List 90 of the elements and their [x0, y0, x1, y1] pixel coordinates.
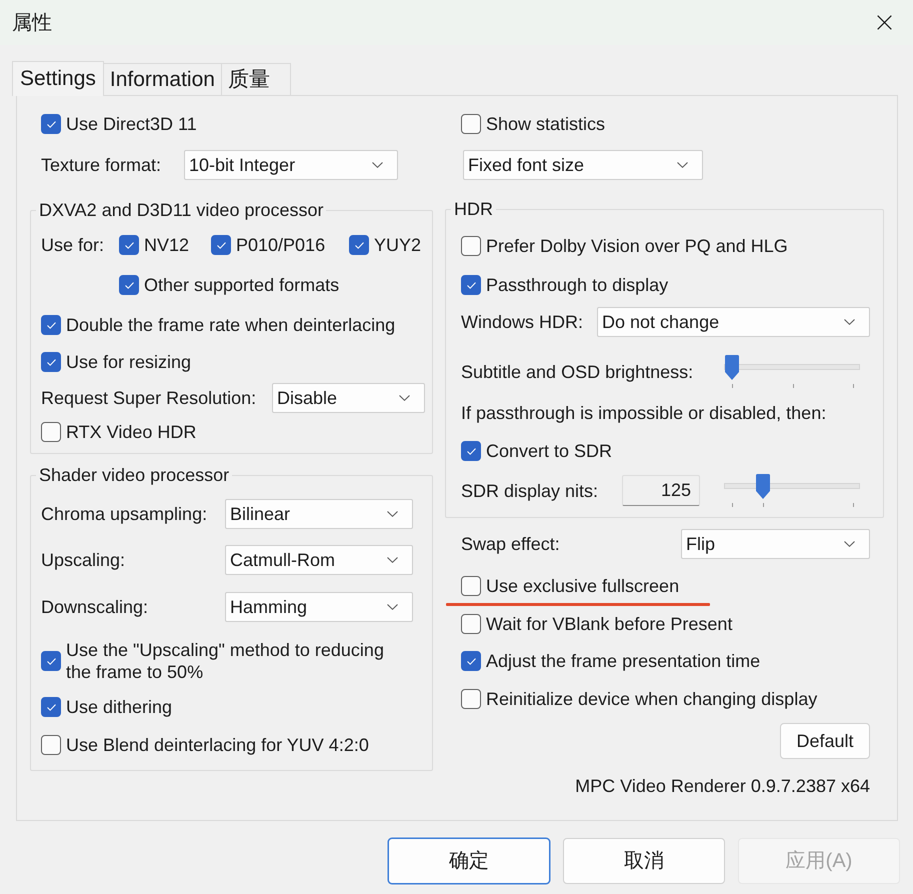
dialog-button[interactable]: 确定 — [388, 838, 550, 884]
checkbox-label: Double the frame rate when deinterlacing — [66, 314, 396, 336]
field-label: Texture format: — [41, 154, 162, 176]
close-icon[interactable] — [877, 15, 892, 30]
checkbox-label: Use Direct3D 11 — [66, 113, 197, 135]
checkbox-label: Show statistics — [486, 113, 606, 135]
checkbox-label: Use the "Upscaling" method to reducing the frame to 50% — [66, 639, 385, 683]
dropdown[interactable]: Flip — [681, 529, 870, 559]
number-field[interactable]: 125 — [622, 475, 700, 506]
chevron-down-icon — [399, 395, 410, 401]
chevron-down-icon — [387, 604, 398, 610]
field-label: Windows HDR: — [461, 311, 584, 333]
checkbox[interactable] — [461, 236, 481, 256]
checkbox[interactable] — [461, 651, 481, 671]
checkmark-icon — [46, 704, 56, 710]
checkbox[interactable] — [41, 735, 61, 755]
checkbox-label: RTX Video HDR — [66, 421, 196, 443]
checkbox[interactable] — [461, 441, 481, 461]
checkbox[interactable] — [119, 275, 139, 295]
checkbox[interactable] — [41, 352, 61, 372]
checkbox-label: Use Blend deinterlacing for YUV 4:2:0 — [66, 734, 369, 756]
chevron-down-icon — [387, 511, 398, 517]
dropdown[interactable]: Catmull-Rom — [225, 545, 413, 575]
window-title: 属性 — [12, 10, 52, 36]
checkbox-label: Passthrough to display — [486, 274, 668, 296]
checkbox[interactable] — [41, 422, 61, 442]
field-label: Chroma upsampling: — [41, 503, 208, 525]
chevron-down-icon — [844, 319, 855, 325]
checkbox[interactable] — [41, 114, 61, 134]
dropdown[interactable]: Do not change — [597, 307, 870, 337]
dropdown[interactable]: Bilinear — [225, 499, 413, 529]
dropdown[interactable]: 10-bit Integer — [184, 150, 398, 180]
checkbox[interactable] — [211, 235, 231, 255]
checkbox-label: Adjust the frame presentation time — [486, 650, 760, 672]
checkbox-label: Reinitialize device when changing display — [486, 688, 818, 710]
checkmark-icon — [466, 658, 476, 664]
checkbox[interactable] — [461, 114, 481, 134]
chevron-down-icon — [372, 162, 383, 168]
field-label: Subtitle and OSD brightness: — [461, 360, 694, 382]
field-label: Use for: — [41, 234, 106, 256]
slider-thumb[interactable] — [756, 474, 770, 499]
dropdown[interactable]: Fixed font size — [463, 150, 703, 180]
checkmark-icon — [216, 242, 226, 248]
checkmark-icon — [354, 242, 364, 248]
checkbox[interactable] — [41, 651, 61, 671]
field-label: Swap effect: — [461, 533, 561, 555]
tab[interactable]: Settings — [12, 61, 104, 96]
checkmark-icon — [466, 448, 476, 454]
checkbox-label: Wait for VBlank before Present — [486, 613, 732, 635]
checkmark-icon — [466, 282, 476, 288]
chevron-down-icon — [387, 557, 398, 563]
checkbox[interactable] — [41, 697, 61, 717]
checkbox-label: Use for resizing — [66, 351, 192, 373]
dropdown[interactable]: Hamming — [225, 592, 413, 622]
checkbox-label: NV12 — [144, 234, 190, 256]
checkmark-icon — [46, 358, 56, 366]
default-button[interactable]: Default — [780, 723, 870, 759]
chevron-down-icon — [844, 541, 855, 547]
dropdown[interactable]: Disable — [272, 383, 425, 413]
checkbox-label: Use exclusive fullscreen — [486, 575, 680, 597]
slider[interactable] — [724, 354, 860, 389]
dialog-button[interactable]: 取消 — [563, 838, 725, 884]
checkmark-icon — [46, 322, 56, 328]
checkmark-icon — [46, 120, 56, 128]
checkbox-label: Use dithering — [66, 696, 172, 718]
checkbox-label: P010/P016 — [236, 234, 326, 256]
field-label: Upscaling: — [41, 549, 126, 571]
checkbox[interactable] — [349, 235, 369, 255]
chevron-down-icon — [677, 162, 688, 168]
checkbox-label: Convert to SDR — [486, 440, 612, 462]
checkbox-label: Other supported formats — [144, 274, 340, 296]
checkbox[interactable] — [119, 235, 139, 255]
version-label: MPC Video Renderer 0.9.7.2387 x64 — [575, 775, 870, 797]
checkmark-icon — [124, 282, 134, 288]
checkbox[interactable] — [461, 576, 481, 596]
tab[interactable]: 质量 — [220, 63, 291, 95]
checkbox-label: Prefer Dolby Vision over PQ and HLG — [486, 235, 788, 257]
slider[interactable] — [724, 473, 860, 508]
checkmark-icon — [124, 242, 134, 248]
checkbox[interactable] — [461, 614, 481, 634]
slider-thumb[interactable] — [725, 355, 739, 380]
checkmark-icon — [46, 658, 56, 664]
checkbox[interactable] — [461, 689, 481, 709]
field-label: Request Super Resolution: — [41, 387, 258, 409]
checkbox[interactable] — [41, 315, 61, 335]
field-label: SDR display nits: — [461, 480, 600, 502]
info-text: If passthrough is impossible or disabled, then: — [461, 402, 828, 424]
checkbox[interactable] — [461, 275, 481, 295]
field-label: Downscaling: — [41, 596, 150, 618]
checkbox-label: YUY2 — [374, 234, 422, 256]
